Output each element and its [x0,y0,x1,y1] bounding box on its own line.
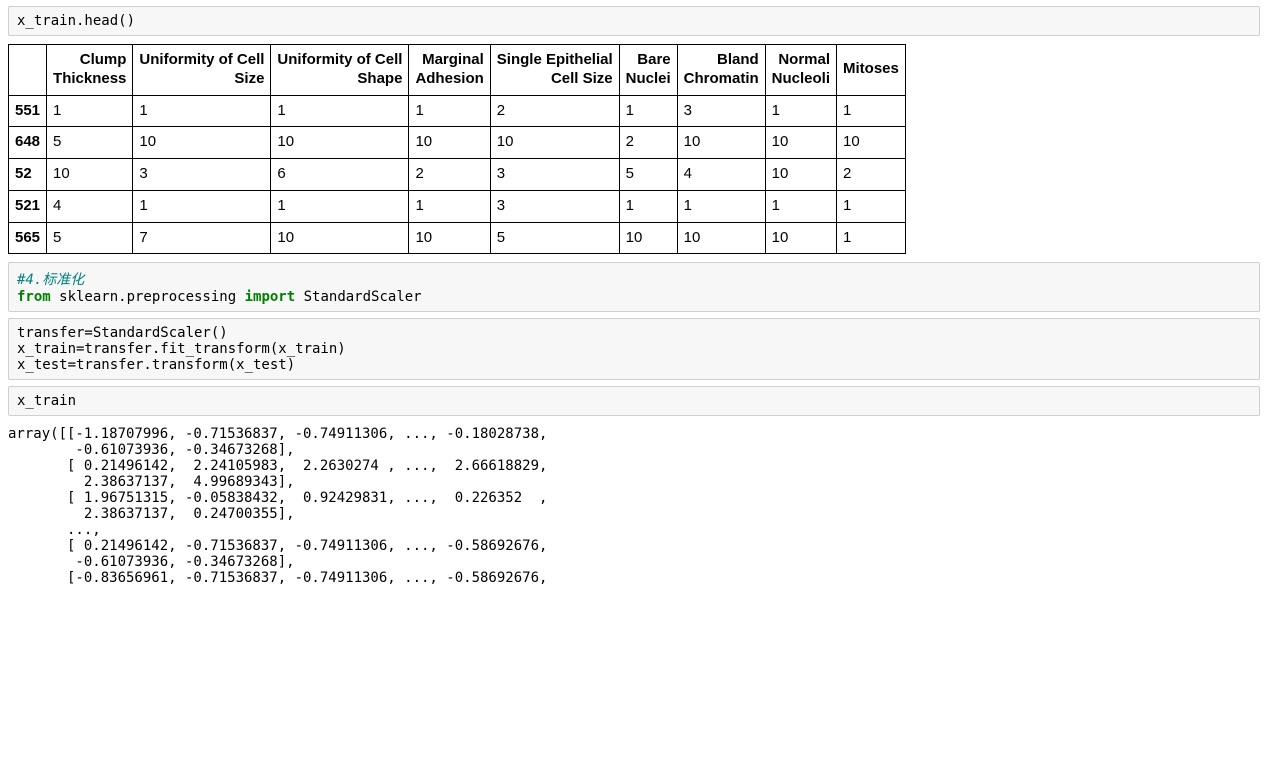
table-cell: 10 [271,222,409,254]
table-cell: 2 [619,127,677,159]
table-cell: 5 [490,222,619,254]
table-cell: 3 [490,190,619,222]
table-cell: 3 [490,159,619,191]
row-index: 52 [9,159,47,191]
table-cell: 3 [677,95,765,127]
table-cell: 10 [677,222,765,254]
table-cell: 1 [677,190,765,222]
table-cell: 10 [47,159,133,191]
code-cell-2[interactable]: #4.标准化 from sklearn.preprocessing import… [8,262,1260,312]
table-cell: 2 [837,159,906,191]
table-cell: 1 [133,95,271,127]
code-cell-3[interactable]: transfer=StandardScaler() x_train=transf… [8,318,1260,380]
col-header-1: Uniformity of CellSize [133,45,271,96]
keyword-from: from [17,289,51,305]
table-row: 56557101051010101 [9,222,906,254]
table-cell: 10 [619,222,677,254]
table-cell: 10 [677,127,765,159]
table-cell: 1 [837,190,906,222]
table-cell: 5 [47,222,133,254]
code-line: transfer=StandardScaler() [17,325,228,341]
col-header-6: BlandChromatin [677,45,765,96]
table-cell: 7 [133,222,271,254]
table-cell: 2 [490,95,619,127]
table-cell: 3 [133,159,271,191]
table-cell: 1 [133,190,271,222]
table-cell: 10 [409,127,490,159]
array-output: array([[-1.18707996, -0.71536837, -0.749… [8,422,1260,586]
table-cell: 10 [765,127,836,159]
table-cell: 6 [271,159,409,191]
table-cell: 1 [409,190,490,222]
code-line: x_test=transfer.transform(x_test) [17,357,295,373]
module-name: sklearn.preprocessing [51,289,245,305]
table-row: 5210362354102 [9,159,906,191]
table-cell: 10 [490,127,619,159]
table-cell: 10 [133,127,271,159]
table-cell: 4 [677,159,765,191]
dataframe-output: ClumpThickness Uniformity of CellSize Un… [8,44,906,254]
table-cell: 1 [47,95,133,127]
table-cell: 2 [409,159,490,191]
table-cell: 10 [837,127,906,159]
row-index: 521 [9,190,47,222]
table-cell: 1 [837,222,906,254]
table-cell: 10 [409,222,490,254]
table-cell: 1 [765,95,836,127]
corner-header [9,45,47,96]
table-row: 551111121311 [9,95,906,127]
code-line: x_train=transfer.fit_transform(x_train) [17,341,346,357]
col-header-5: BareNuclei [619,45,677,96]
row-index: 551 [9,95,47,127]
code-cell-4[interactable]: x_train [8,386,1260,416]
row-index: 565 [9,222,47,254]
table-cell: 5 [47,127,133,159]
table-cell: 1 [409,95,490,127]
table-cell: 1 [765,190,836,222]
imported-name: StandardScaler [295,289,421,305]
table-cell: 5 [619,159,677,191]
col-header-4: Single EpithelialCell Size [490,45,619,96]
table-cell: 10 [765,222,836,254]
col-header-7: NormalNucleoli [765,45,836,96]
col-header-3: MarginalAdhesion [409,45,490,96]
table-cell: 1 [619,95,677,127]
table-cell: 4 [47,190,133,222]
table-cell: 1 [837,95,906,127]
table-cell: 1 [271,190,409,222]
col-header-2: Uniformity of CellShape [271,45,409,96]
keyword-import: import [245,289,296,305]
table-cell: 1 [619,190,677,222]
comment: #4.标准化 [17,272,84,288]
table-cell: 10 [765,159,836,191]
table-row: 6485101010102101010 [9,127,906,159]
table-row: 521411131111 [9,190,906,222]
table-cell: 10 [271,127,409,159]
col-header-8: Mitoses [837,45,906,96]
table-cell: 1 [271,95,409,127]
row-index: 648 [9,127,47,159]
code-cell-1[interactable]: x_train.head() [8,6,1260,36]
col-header-0: ClumpThickness [47,45,133,96]
